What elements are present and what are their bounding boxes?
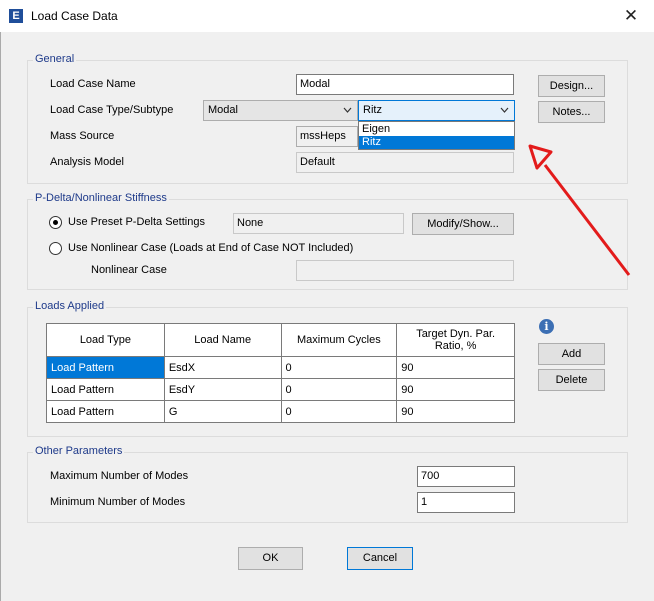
modify-show-button[interactable]: Modify/Show... (412, 213, 514, 235)
chevron-down-icon (343, 103, 352, 120)
max-cycles-cell[interactable]: 0 (280, 400, 398, 423)
load-type-cell[interactable]: Load Pattern (46, 400, 165, 423)
load-type-cell[interactable]: Load Pattern (46, 356, 165, 379)
target-ratio-cell[interactable]: 90 (396, 400, 515, 423)
min-modes-input[interactable]: 1 (417, 492, 515, 513)
delete-button[interactable]: Delete (538, 369, 605, 391)
table-row[interactable]: Load Pattern G 0 90 (46, 400, 515, 423)
table-row[interactable]: Load Pattern EsdX 0 90 (46, 356, 515, 379)
subtype-dropdown-list: Eigen Ritz (358, 121, 515, 150)
loads-group-title: Loads Applied (33, 300, 107, 312)
other-params-group-title: Other Parameters (33, 445, 125, 457)
preset-pdelta-label: Use Preset P-Delta Settings (68, 216, 205, 228)
column-header-load-name[interactable]: Load Name (163, 323, 282, 357)
pdelta-group-title: P-Delta/Nonlinear Stiffness (33, 192, 169, 204)
nonlinear-case-label: Nonlinear Case (91, 264, 167, 276)
load-type-cell[interactable]: Load Pattern (46, 378, 165, 401)
column-header-max-cycles[interactable]: Maximum Cycles (280, 323, 398, 357)
info-icon[interactable]: i (539, 319, 554, 334)
nonlinear-case-select (296, 260, 514, 281)
nonlinear-case-option-label: Use Nonlinear Case (Loads at End of Case… (68, 242, 354, 254)
max-modes-input[interactable]: 700 (417, 466, 515, 487)
target-ratio-cell[interactable]: 90 (396, 356, 515, 379)
general-group-title: General (33, 53, 77, 65)
case-name-input[interactable]: Modal (296, 74, 514, 95)
ok-button[interactable]: OK (238, 547, 303, 570)
max-cycles-cell[interactable]: 0 (280, 356, 398, 379)
subtype-option-eigen[interactable]: Eigen (359, 123, 514, 136)
other-params-group: Other Parameters (27, 445, 628, 523)
table-row[interactable]: Load Pattern EsdY 0 90 (46, 378, 515, 401)
analysis-model-field: Default (296, 152, 514, 173)
mass-source-select[interactable]: mssHeps (296, 126, 358, 147)
nonlinear-case-radio[interactable] (49, 242, 62, 255)
design-button[interactable]: Design... (538, 75, 605, 97)
mass-source-label: Mass Source (50, 130, 115, 142)
app-icon: E (9, 9, 23, 23)
max-cycles-cell[interactable]: 0 (280, 378, 398, 401)
preset-pdelta-radio[interactable] (49, 216, 62, 229)
load-name-cell[interactable]: EsdX (163, 356, 282, 379)
cancel-button[interactable]: Cancel (347, 547, 413, 570)
load-name-cell[interactable]: EsdY (163, 378, 282, 401)
max-modes-label: Maximum Number of Modes (50, 470, 189, 482)
load-name-cell[interactable]: G (163, 400, 282, 423)
case-subtype-value: Ritz (363, 104, 382, 116)
min-modes-label: Minimum Number of Modes (50, 496, 186, 508)
column-header-load-type[interactable]: Load Type (46, 323, 165, 357)
notes-button[interactable]: Notes... (538, 101, 605, 123)
preset-pdelta-field: None (233, 213, 404, 234)
case-type-select[interactable]: Modal (203, 100, 358, 121)
case-type-value: Modal (208, 104, 238, 116)
title-bar: E Load Case Data ✕ (0, 0, 654, 32)
case-name-label: Load Case Name (50, 78, 136, 90)
column-header-target-ratio[interactable]: Target Dyn. Par. Ratio, % (396, 323, 515, 357)
window-title: Load Case Data (31, 9, 118, 23)
subtype-option-ritz[interactable]: Ritz (359, 136, 514, 149)
loads-table: Load Type Load Name Maximum Cycles Targe… (46, 323, 515, 423)
case-type-label: Load Case Type/Subtype (50, 104, 174, 116)
target-ratio-cell[interactable]: 90 (396, 378, 515, 401)
case-subtype-select[interactable]: Ritz (358, 100, 515, 121)
analysis-model-label: Analysis Model (50, 156, 124, 168)
chevron-down-icon (500, 103, 509, 120)
annotation-arrow (528, 144, 631, 276)
close-icon[interactable]: ✕ (608, 0, 654, 32)
add-button[interactable]: Add (538, 343, 605, 365)
